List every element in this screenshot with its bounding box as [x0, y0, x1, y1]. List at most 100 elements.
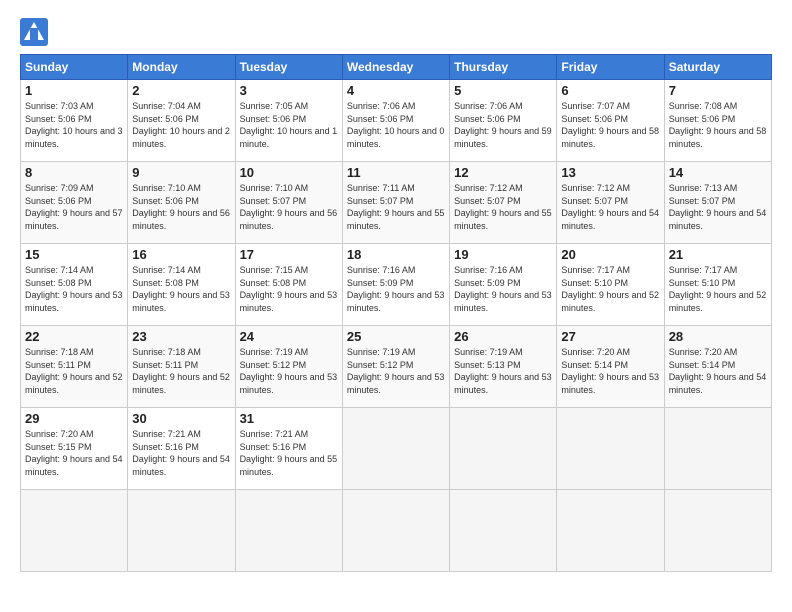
weekday-wednesday: Wednesday [342, 55, 449, 80]
empty-cell [450, 490, 557, 572]
calendar: SundayMondayTuesdayWednesdayThursdayFrid… [20, 54, 772, 572]
day-info: Sunrise: 7:08 AM Sunset: 5:06 PM Dayligh… [669, 100, 767, 150]
day-cell-26: 26 Sunrise: 7:19 AM Sunset: 5:13 PM Dayl… [450, 326, 557, 408]
day-info: Sunrise: 7:10 AM Sunset: 5:06 PM Dayligh… [132, 182, 230, 232]
day-number: 1 [25, 83, 123, 98]
day-number: 5 [454, 83, 552, 98]
day-cell-4: 4 Sunrise: 7:06 AM Sunset: 5:06 PM Dayli… [342, 80, 449, 162]
day-info: Sunrise: 7:16 AM Sunset: 5:09 PM Dayligh… [454, 264, 552, 314]
day-info: Sunrise: 7:14 AM Sunset: 5:08 PM Dayligh… [132, 264, 230, 314]
day-number: 21 [669, 247, 767, 262]
day-number: 25 [347, 329, 445, 344]
logo [20, 18, 52, 46]
day-number: 22 [25, 329, 123, 344]
day-number: 15 [25, 247, 123, 262]
day-number: 23 [132, 329, 230, 344]
day-cell-31: 31 Sunrise: 7:21 AM Sunset: 5:16 PM Dayl… [235, 408, 342, 490]
empty-cell [128, 490, 235, 572]
week-row-4: 22 Sunrise: 7:18 AM Sunset: 5:11 PM Dayl… [21, 326, 772, 408]
empty-cell [342, 408, 449, 490]
weekday-friday: Friday [557, 55, 664, 80]
day-info: Sunrise: 7:19 AM Sunset: 5:12 PM Dayligh… [347, 346, 445, 396]
day-number: 26 [454, 329, 552, 344]
day-info: Sunrise: 7:09 AM Sunset: 5:06 PM Dayligh… [25, 182, 123, 232]
day-cell-6: 6 Sunrise: 7:07 AM Sunset: 5:06 PM Dayli… [557, 80, 664, 162]
week-row-1: 1 Sunrise: 7:03 AM Sunset: 5:06 PM Dayli… [21, 80, 772, 162]
day-number: 19 [454, 247, 552, 262]
day-info: Sunrise: 7:17 AM Sunset: 5:10 PM Dayligh… [669, 264, 767, 314]
day-cell-16: 16 Sunrise: 7:14 AM Sunset: 5:08 PM Dayl… [128, 244, 235, 326]
day-info: Sunrise: 7:20 AM Sunset: 5:15 PM Dayligh… [25, 428, 123, 478]
day-info: Sunrise: 7:10 AM Sunset: 5:07 PM Dayligh… [240, 182, 338, 232]
week-row-3: 15 Sunrise: 7:14 AM Sunset: 5:08 PM Dayl… [21, 244, 772, 326]
day-info: Sunrise: 7:06 AM Sunset: 5:06 PM Dayligh… [347, 100, 445, 150]
day-cell-8: 8 Sunrise: 7:09 AM Sunset: 5:06 PM Dayli… [21, 162, 128, 244]
day-cell-29: 29 Sunrise: 7:20 AM Sunset: 5:15 PM Dayl… [21, 408, 128, 490]
day-number: 8 [25, 165, 123, 180]
day-info: Sunrise: 7:12 AM Sunset: 5:07 PM Dayligh… [561, 182, 659, 232]
empty-cell [21, 490, 128, 572]
day-info: Sunrise: 7:12 AM Sunset: 5:07 PM Dayligh… [454, 182, 552, 232]
day-cell-28: 28 Sunrise: 7:20 AM Sunset: 5:14 PM Dayl… [664, 326, 771, 408]
day-cell-21: 21 Sunrise: 7:17 AM Sunset: 5:10 PM Dayl… [664, 244, 771, 326]
week-row-6 [21, 490, 772, 572]
page: SundayMondayTuesdayWednesdayThursdayFrid… [0, 0, 792, 612]
weekday-thursday: Thursday [450, 55, 557, 80]
day-info: Sunrise: 7:20 AM Sunset: 5:14 PM Dayligh… [561, 346, 659, 396]
day-number: 20 [561, 247, 659, 262]
day-cell-12: 12 Sunrise: 7:12 AM Sunset: 5:07 PM Dayl… [450, 162, 557, 244]
day-cell-15: 15 Sunrise: 7:14 AM Sunset: 5:08 PM Dayl… [21, 244, 128, 326]
day-cell-7: 7 Sunrise: 7:08 AM Sunset: 5:06 PM Dayli… [664, 80, 771, 162]
empty-cell [664, 490, 771, 572]
day-cell-27: 27 Sunrise: 7:20 AM Sunset: 5:14 PM Dayl… [557, 326, 664, 408]
day-cell-2: 2 Sunrise: 7:04 AM Sunset: 5:06 PM Dayli… [128, 80, 235, 162]
day-info: Sunrise: 7:17 AM Sunset: 5:10 PM Dayligh… [561, 264, 659, 314]
day-cell-14: 14 Sunrise: 7:13 AM Sunset: 5:07 PM Dayl… [664, 162, 771, 244]
day-info: Sunrise: 7:15 AM Sunset: 5:08 PM Dayligh… [240, 264, 338, 314]
day-number: 4 [347, 83, 445, 98]
day-info: Sunrise: 7:16 AM Sunset: 5:09 PM Dayligh… [347, 264, 445, 314]
day-info: Sunrise: 7:07 AM Sunset: 5:06 PM Dayligh… [561, 100, 659, 150]
day-cell-13: 13 Sunrise: 7:12 AM Sunset: 5:07 PM Dayl… [557, 162, 664, 244]
header [20, 18, 772, 46]
day-cell-5: 5 Sunrise: 7:06 AM Sunset: 5:06 PM Dayli… [450, 80, 557, 162]
day-number: 28 [669, 329, 767, 344]
day-info: Sunrise: 7:11 AM Sunset: 5:07 PM Dayligh… [347, 182, 445, 232]
empty-cell [342, 490, 449, 572]
day-cell-30: 30 Sunrise: 7:21 AM Sunset: 5:16 PM Dayl… [128, 408, 235, 490]
day-info: Sunrise: 7:19 AM Sunset: 5:12 PM Dayligh… [240, 346, 338, 396]
empty-cell [557, 490, 664, 572]
weekday-tuesday: Tuesday [235, 55, 342, 80]
day-info: Sunrise: 7:06 AM Sunset: 5:06 PM Dayligh… [454, 100, 552, 150]
day-info: Sunrise: 7:19 AM Sunset: 5:13 PM Dayligh… [454, 346, 552, 396]
empty-cell [557, 408, 664, 490]
week-row-2: 8 Sunrise: 7:09 AM Sunset: 5:06 PM Dayli… [21, 162, 772, 244]
day-number: 29 [25, 411, 123, 426]
day-info: Sunrise: 7:21 AM Sunset: 5:16 PM Dayligh… [240, 428, 338, 478]
weekday-header-row: SundayMondayTuesdayWednesdayThursdayFrid… [21, 55, 772, 80]
day-cell-10: 10 Sunrise: 7:10 AM Sunset: 5:07 PM Dayl… [235, 162, 342, 244]
day-number: 12 [454, 165, 552, 180]
day-info: Sunrise: 7:04 AM Sunset: 5:06 PM Dayligh… [132, 100, 230, 150]
day-number: 6 [561, 83, 659, 98]
day-number: 9 [132, 165, 230, 180]
empty-cell [235, 490, 342, 572]
day-number: 10 [240, 165, 338, 180]
day-number: 16 [132, 247, 230, 262]
day-cell-19: 19 Sunrise: 7:16 AM Sunset: 5:09 PM Dayl… [450, 244, 557, 326]
day-cell-17: 17 Sunrise: 7:15 AM Sunset: 5:08 PM Dayl… [235, 244, 342, 326]
day-cell-25: 25 Sunrise: 7:19 AM Sunset: 5:12 PM Dayl… [342, 326, 449, 408]
day-info: Sunrise: 7:05 AM Sunset: 5:06 PM Dayligh… [240, 100, 338, 150]
weekday-saturday: Saturday [664, 55, 771, 80]
day-cell-11: 11 Sunrise: 7:11 AM Sunset: 5:07 PM Dayl… [342, 162, 449, 244]
day-number: 24 [240, 329, 338, 344]
day-info: Sunrise: 7:18 AM Sunset: 5:11 PM Dayligh… [25, 346, 123, 396]
logo-icon [20, 18, 48, 46]
day-number: 17 [240, 247, 338, 262]
day-cell-3: 3 Sunrise: 7:05 AM Sunset: 5:06 PM Dayli… [235, 80, 342, 162]
weekday-sunday: Sunday [21, 55, 128, 80]
day-number: 2 [132, 83, 230, 98]
day-cell-20: 20 Sunrise: 7:17 AM Sunset: 5:10 PM Dayl… [557, 244, 664, 326]
empty-cell [450, 408, 557, 490]
day-number: 11 [347, 165, 445, 180]
